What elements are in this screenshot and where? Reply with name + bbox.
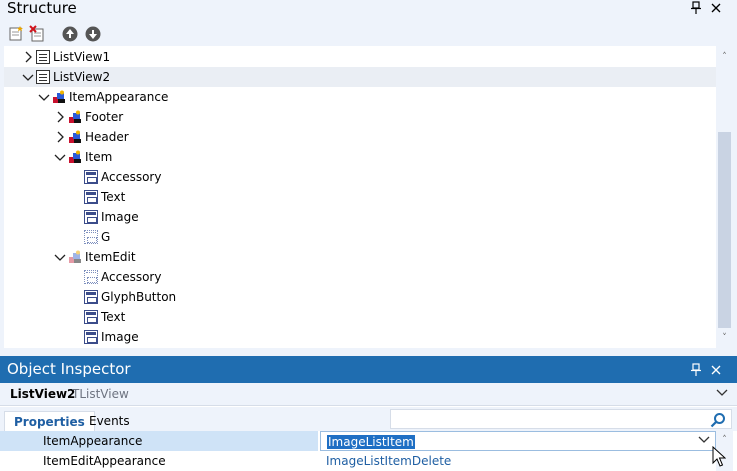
property-row[interactable]: ItemEditAppearance ImageListItemDelete: [0, 451, 737, 471]
tree-item-label: G: [101, 230, 111, 244]
object-inspector-title-bar: Object Inspector: [0, 352, 737, 383]
appearance-icon: [52, 90, 66, 104]
chevron-down-icon[interactable]: [22, 70, 34, 84]
object-selector[interactable]: ListView2 TListView: [0, 383, 737, 406]
close-icon[interactable]: [710, 1, 722, 15]
tree-item-label: ItemAppearance: [69, 90, 169, 104]
tree-item-label: ItemEdit: [85, 250, 136, 264]
search-icon[interactable]: [710, 412, 726, 428]
structure-title-bar: Structure: [0, 0, 737, 18]
chevron-down-icon[interactable]: [698, 433, 710, 448]
tree-item-label: GlyphButton: [101, 290, 177, 304]
property-name: ItemEditAppearance: [43, 454, 166, 468]
appearance-icon: [68, 250, 82, 264]
property-name: ItemAppearance: [0, 431, 318, 451]
tree-item[interactable]: Header: [4, 127, 716, 147]
tree-item-label: Text: [101, 310, 126, 324]
inspector-tabs: Properties Events: [0, 407, 737, 431]
tree-item-label: ListView1: [53, 50, 111, 64]
selected-object-name: ListView2: [10, 387, 76, 401]
tree-item[interactable]: Text: [4, 187, 716, 207]
tree-item-label: ListView2: [53, 70, 111, 84]
structure-scrollbar[interactable]: ˄ ˅: [716, 46, 733, 348]
property-value[interactable]: ImageListItemDelete: [320, 451, 716, 471]
object-inspector-title: Object Inspector: [7, 360, 131, 378]
list-icon: [36, 50, 50, 64]
appearance-icon: [68, 150, 82, 164]
structure-panel: Structure ListView1 ListView2 ItemAppearan…: [0, 0, 737, 352]
tree-item[interactable]: GlyphButton: [4, 287, 716, 307]
pin-icon[interactable]: [690, 363, 702, 377]
chevron-right-icon[interactable]: [22, 50, 34, 64]
component-hidden-icon: [84, 270, 98, 284]
scroll-up-icon[interactable]: ˄: [719, 435, 730, 445]
tree-item-label: Header: [85, 130, 129, 144]
tree-item-label: Footer: [85, 110, 124, 124]
tree-item-label: Image: [101, 210, 139, 224]
chevron-right-icon[interactable]: [54, 130, 66, 144]
chevron-right-icon[interactable]: [54, 110, 66, 124]
scroll-thumb[interactable]: [718, 132, 731, 328]
pin-icon[interactable]: [690, 1, 702, 15]
tab-events[interactable]: Events: [80, 411, 139, 431]
scroll-down-icon[interactable]: ˅: [719, 333, 730, 343]
appearance-icon: [68, 110, 82, 124]
component-icon: [84, 190, 98, 204]
tree-item[interactable]: Image: [4, 207, 716, 227]
property-value-editor[interactable]: ImageListItem: [320, 431, 716, 451]
tree-item[interactable]: Item: [4, 147, 716, 167]
component-icon: [84, 210, 98, 224]
move-down-icon[interactable]: [84, 25, 102, 43]
tree-item[interactable]: G: [4, 227, 716, 247]
property-value[interactable]: ImageListItem: [327, 435, 415, 449]
selected-object-type: TListView: [72, 387, 129, 401]
scroll-up-icon[interactable]: ˄: [719, 52, 730, 62]
structure-toolbar: [0, 20, 737, 46]
property-search-input[interactable]: [390, 409, 732, 429]
property-grid: ItemAppearance ImageListItem ItemEditApp…: [0, 431, 737, 471]
tree-item[interactable]: ListView1: [4, 47, 716, 67]
mouse-cursor-icon: [712, 445, 727, 468]
tree-item-label: Accessory: [101, 270, 162, 284]
component-icon: [84, 310, 98, 324]
component-icon: [84, 290, 98, 304]
structure-tree: ListView1 ListView2 ItemAppearance Footer He…: [4, 46, 716, 348]
tree-item-label: Text: [101, 190, 126, 204]
add-item-icon[interactable]: [8, 25, 26, 43]
tree-item[interactable]: Accessory: [4, 267, 716, 287]
tree-item-label: Accessory: [101, 170, 162, 184]
chevron-down-icon[interactable]: [716, 386, 728, 401]
chevron-down-icon[interactable]: [38, 90, 50, 104]
chevron-down-icon[interactable]: [54, 150, 66, 164]
tree-item[interactable]: Text: [4, 307, 716, 327]
tree-item-label: Image: [101, 330, 139, 344]
tree-item[interactable]: ItemEdit: [4, 247, 716, 267]
property-row[interactable]: ItemAppearance ImageListItem: [0, 431, 737, 451]
delete-item-icon[interactable]: [28, 25, 46, 43]
chevron-down-icon[interactable]: [54, 250, 66, 264]
tree-item[interactable]: Image: [4, 327, 716, 347]
tree-item-label: Item: [85, 150, 113, 164]
component-hidden-icon: [84, 230, 98, 244]
component-icon: [84, 170, 98, 184]
tree-item[interactable]: ItemAppearance: [4, 87, 716, 107]
component-icon: [84, 330, 98, 344]
list-icon: [36, 70, 50, 84]
move-up-icon[interactable]: [61, 25, 79, 43]
appearance-icon: [68, 130, 82, 144]
tree-item[interactable]: ListView2: [4, 67, 716, 87]
tree-item[interactable]: Footer: [4, 107, 716, 127]
structure-title: Structure: [7, 0, 77, 17]
tree-item[interactable]: Accessory: [4, 167, 716, 187]
close-icon[interactable]: [710, 363, 722, 377]
